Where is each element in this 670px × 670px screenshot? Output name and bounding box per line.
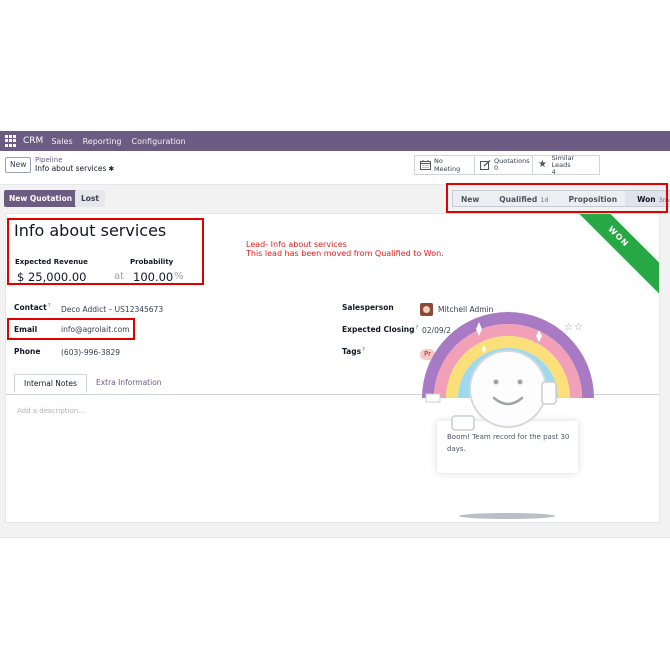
annotation-note: Lead- Info about services This lead has … (246, 240, 444, 258)
notebook-tabs: Internal Notes Extra Information (14, 374, 171, 393)
breadcrumb-current: Info about services ✱ (35, 164, 114, 174)
highlight-title-box (7, 218, 204, 285)
contact-label: Contact? (14, 303, 51, 312)
nav-reporting[interactable]: Reporting (83, 137, 122, 146)
apps-grid-icon[interactable] (5, 135, 17, 147)
similar-label: Similar Leads (551, 153, 575, 169)
highlight-email-box (7, 318, 135, 340)
breadcrumb-current-label: Info about services (35, 164, 107, 173)
breadcrumb: Pipeline Info about services ✱ (35, 156, 114, 174)
description-field[interactable]: Add a description... (17, 407, 85, 415)
annotation-line-2: This lead has been moved from Qualified … (246, 249, 444, 258)
tab-extra-information[interactable]: Extra Information (87, 374, 171, 393)
smart-buttons: No Meeting Quotations 0 ★ Similar Leads … (414, 153, 600, 176)
salesperson-label: Salesperson (342, 303, 394, 312)
quotations-count: 0 (494, 164, 499, 172)
contact-label-text: Contact (14, 303, 47, 312)
gear-icon[interactable]: ✱ (108, 165, 114, 173)
pencil-square-icon (480, 160, 491, 170)
highlight-stages-box (446, 183, 668, 213)
help-icon[interactable]: ? (362, 347, 365, 353)
expected-closing-label-text: Expected Closing (342, 325, 415, 334)
phone-label: Phone (14, 347, 41, 356)
quotations-label: Quotations (494, 157, 530, 165)
tags-label: Tags? (342, 347, 365, 356)
similar-leads-smart-button[interactable]: ★ Similar Leads 4 (533, 153, 600, 176)
rainbow-smiley-illustration (422, 312, 594, 431)
lost-button[interactable]: Lost (75, 190, 105, 207)
star-icon: ★ (538, 159, 547, 170)
new-quotation-button[interactable]: New Quotation (4, 190, 78, 207)
new-record-button[interactable]: New (5, 157, 32, 173)
similar-text: Similar Leads 4 (551, 153, 594, 176)
app-brand[interactable]: CRM (23, 136, 43, 146)
contact-field[interactable]: Deco Addict – US12345673 (61, 305, 163, 314)
control-panel: New Pipeline Info about services ✱ No Mee… (0, 151, 670, 185)
calendar-icon (420, 160, 431, 170)
nav-sales[interactable]: Sales (51, 137, 72, 146)
nav-configuration[interactable]: Configuration (132, 137, 186, 146)
meeting-label: No Meeting (434, 157, 461, 173)
quotations-text: Quotations 0 (494, 158, 530, 172)
top-navbar: CRM Sales Reporting Configuration (0, 131, 670, 151)
tags-label-text: Tags (342, 347, 362, 356)
help-icon[interactable]: ? (48, 303, 51, 309)
similar-count: 4 (551, 167, 556, 176)
meeting-smart-button[interactable]: No Meeting (414, 155, 475, 175)
annotation-line-1: Lead- Info about services (246, 240, 347, 249)
phone-field[interactable]: (603)-996-3829 (61, 348, 120, 357)
won-ribbon: WON (557, 214, 659, 298)
expected-closing-label: Expected Closing? (342, 325, 418, 334)
popup-shadow (459, 513, 555, 519)
tab-internal-notes[interactable]: Internal Notes (14, 374, 87, 393)
breadcrumb-pipeline-link[interactable]: Pipeline (35, 156, 114, 164)
quotations-smart-button[interactable]: Quotations 0 (475, 155, 533, 175)
